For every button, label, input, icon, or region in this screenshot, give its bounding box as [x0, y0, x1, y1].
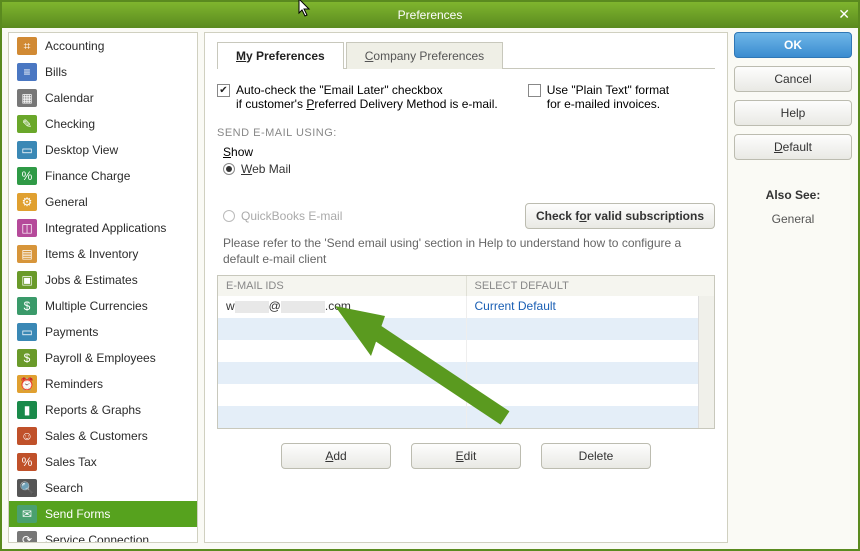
sidebar-item-label: Integrated Applications	[45, 221, 166, 235]
tabs: My Preferences Company Preferences	[217, 41, 715, 69]
sidebar-item-label: Checking	[45, 117, 95, 131]
check-label-line2: if customer's Preferred Delivery Method …	[236, 97, 498, 111]
cell-email: w@.com	[218, 296, 467, 318]
main-panel: My Preferences Company Preferences ✔ Aut…	[204, 32, 728, 543]
sidebar-item-service-connection[interactable]: ⟳Service Connection	[9, 527, 197, 543]
sidebar-item-label: Reports & Graphs	[45, 403, 141, 417]
sidebar-item-search[interactable]: 🔍Search	[9, 475, 197, 501]
table-header: E-MAIL IDS SELECT DEFAULT	[218, 276, 714, 296]
checkbox-icon[interactable]	[528, 84, 541, 97]
radio-icon	[223, 210, 235, 222]
cursor-icon	[298, 0, 314, 21]
config-note: Please refer to the 'Send email using' s…	[223, 235, 715, 267]
sidebar-item-general[interactable]: ⚙General	[9, 189, 197, 215]
table-row[interactable]: w@.com Current Default	[218, 296, 714, 318]
col-select-default: SELECT DEFAULT	[467, 276, 715, 296]
radio-web-mail[interactable]: Web Mail	[223, 162, 715, 176]
also-see-general-link[interactable]: General	[734, 212, 852, 226]
table-body[interactable]: w@.com Current Default	[218, 296, 714, 428]
table-scrollbar[interactable]	[698, 296, 714, 428]
check-label-line1: Use "Plain Text" format	[547, 83, 669, 97]
sidebar-item-items-inventory[interactable]: ▤Items & Inventory	[9, 241, 197, 267]
sidebar-item-label: Calendar	[45, 91, 94, 105]
delete-button[interactable]: Delete	[541, 443, 651, 469]
sidebar-item-label: Payroll & Employees	[45, 351, 156, 365]
tab-my-preferences[interactable]: My Preferences	[217, 42, 344, 69]
right-column: OK Cancel Help Default Also See: General	[734, 32, 852, 543]
col-email-ids: E-MAIL IDS	[218, 276, 467, 296]
close-icon[interactable]: ✕	[838, 6, 850, 23]
checkbox-icon[interactable]: ✔	[217, 84, 230, 97]
radio-label: Web Mail	[241, 162, 291, 176]
table-row[interactable]	[218, 362, 714, 384]
sidebar-item-label: Desktop View	[45, 143, 118, 157]
preferences-window: Preferences ✕ ⌗Accounting ≡Bills ▦Calend…	[0, 0, 860, 551]
sidebar-item-reminders[interactable]: ⏰Reminders	[9, 371, 197, 397]
radio-quickbooks-email: QuickBooks E-mail	[223, 209, 342, 223]
default-button[interactable]: Default	[734, 134, 852, 160]
sidebar-item-label: Bills	[45, 65, 67, 79]
cell-default: Current Default	[467, 296, 715, 318]
sidebar-item-checking[interactable]: ✎Checking	[9, 111, 197, 137]
sidebar-item-label: Finance Charge	[45, 169, 130, 183]
sidebar-item-label: Send Forms	[45, 507, 110, 521]
options-row: ✔ Auto-check the "Email Later" checkbox …	[217, 83, 715, 111]
sidebar-item-label: Multiple Currencies	[45, 299, 148, 313]
tab-company-preferences[interactable]: Company Preferences	[346, 42, 503, 69]
table-row[interactable]	[218, 406, 714, 428]
help-button[interactable]: Help	[734, 100, 852, 126]
edit-button[interactable]: Edit	[411, 443, 521, 469]
table-row[interactable]	[218, 318, 714, 340]
sidebar-item-multi-currencies[interactable]: $Multiple Currencies	[9, 293, 197, 319]
sidebar-item-calendar[interactable]: ▦Calendar	[9, 85, 197, 111]
sidebar-item-label: Payments	[45, 325, 98, 339]
sidebar-item-integrated-apps[interactable]: ◫Integrated Applications	[9, 215, 197, 241]
sidebar-item-payments[interactable]: ▭Payments	[9, 319, 197, 345]
check-label-line1: Auto-check the "Email Later" checkbox	[236, 83, 443, 97]
table-row[interactable]	[218, 384, 714, 406]
sidebar-item-jobs-estimates[interactable]: ▣Jobs & Estimates	[9, 267, 197, 293]
email-table: E-MAIL IDS SELECT DEFAULT w@.com Current…	[217, 275, 715, 429]
sidebar-item-bills[interactable]: ≡Bills	[9, 59, 197, 85]
sidebar-item-label: Jobs & Estimates	[45, 273, 138, 287]
send-email-using-label: SEND E-MAIL USING:	[217, 127, 715, 139]
window-title: Preferences	[398, 8, 463, 22]
add-button[interactable]: Add	[281, 443, 391, 469]
auto-check-email-later[interactable]: ✔ Auto-check the "Email Later" checkbox …	[217, 83, 498, 111]
sidebar-item-label: Sales & Customers	[45, 429, 148, 443]
sidebar-item-label: Items & Inventory	[45, 247, 138, 261]
radio-icon[interactable]	[223, 163, 235, 175]
ok-button[interactable]: OK	[734, 32, 852, 58]
use-plain-text[interactable]: Use "Plain Text" format for e-mailed inv…	[528, 83, 669, 111]
table-row[interactable]	[218, 340, 714, 362]
check-subscriptions-button[interactable]: Check for valid subscriptions	[525, 203, 715, 229]
check-label-line2: for e-mailed invoices.	[547, 97, 660, 111]
sidebar-item-label: Reminders	[45, 377, 103, 391]
sidebar-item-desktop-view[interactable]: ▭Desktop View	[9, 137, 197, 163]
radio-label: QuickBooks E-mail	[241, 209, 342, 223]
sidebar-item-finance-charge[interactable]: %Finance Charge	[9, 163, 197, 189]
sidebar-item-accounting[interactable]: ⌗Accounting	[9, 33, 197, 59]
send-email-radio-group: Show Web Mail QuickBooks E-mail Check fo…	[223, 145, 715, 267]
sidebar-item-label: Search	[45, 481, 83, 495]
preferences-sidebar[interactable]: ⌗Accounting ≡Bills ▦Calendar ✎Checking ▭…	[8, 32, 198, 543]
cancel-button[interactable]: Cancel	[734, 66, 852, 92]
also-see-header: Also See:	[734, 188, 852, 202]
show-label: Show	[223, 145, 715, 159]
also-see: Also See: General	[734, 188, 852, 226]
sidebar-item-reports[interactable]: ▮Reports & Graphs	[9, 397, 197, 423]
sidebar-item-label: Accounting	[45, 39, 104, 53]
sidebar-item-send-forms[interactable]: ✉Send Forms	[9, 501, 197, 527]
sidebar-item-label: General	[45, 195, 88, 209]
titlebar: Preferences ✕	[2, 2, 858, 28]
sidebar-item-sales-customers[interactable]: ☺Sales & Customers	[9, 423, 197, 449]
sidebar-item-sales-tax[interactable]: %Sales Tax	[9, 449, 197, 475]
sidebar-item-payroll[interactable]: $Payroll & Employees	[9, 345, 197, 371]
sidebar-item-label: Sales Tax	[45, 455, 97, 469]
sidebar-item-label: Service Connection	[45, 533, 149, 543]
table-buttons: Add Edit Delete	[217, 443, 715, 469]
